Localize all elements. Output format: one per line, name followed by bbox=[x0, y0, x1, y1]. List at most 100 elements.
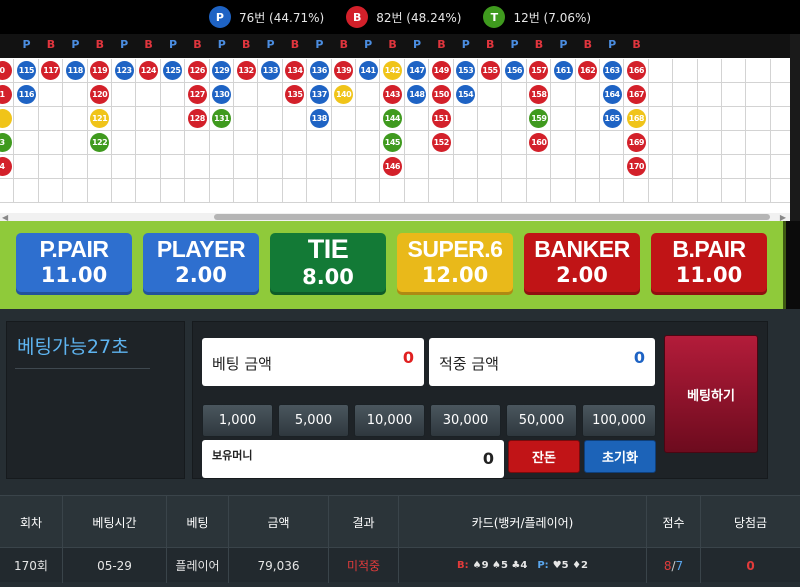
score-banker: 8 bbox=[663, 558, 672, 573]
road-cell bbox=[600, 179, 625, 203]
change-button[interactable]: 잔돈 bbox=[508, 440, 580, 473]
road-header-label: P bbox=[168, 38, 178, 51]
road-ball: 142 bbox=[382, 61, 402, 80]
road-cell bbox=[234, 83, 259, 107]
reset-button[interactable]: 초기화 bbox=[584, 440, 656, 473]
road-header-label: P bbox=[71, 38, 80, 51]
col-score: 점수 bbox=[647, 496, 701, 548]
road-header-label: P bbox=[120, 38, 129, 51]
col-bet: 베팅 bbox=[167, 496, 229, 548]
road-cell bbox=[209, 179, 234, 203]
road-cell bbox=[112, 179, 137, 203]
road-cell bbox=[648, 131, 674, 155]
betting-timer: 베팅가능27초 bbox=[17, 336, 129, 358]
road-cell bbox=[112, 131, 137, 155]
scroll-thumb[interactable] bbox=[214, 214, 770, 220]
road-cell bbox=[112, 107, 137, 131]
road-header-label: P bbox=[510, 38, 519, 51]
chip-10000[interactable]: 10,000 bbox=[354, 404, 425, 437]
road-cell bbox=[356, 155, 381, 179]
road-cell bbox=[478, 83, 503, 107]
road-ball: 120 bbox=[90, 85, 110, 104]
place-bet-button[interactable]: 베팅하기 bbox=[664, 335, 758, 453]
road-cell bbox=[722, 107, 747, 131]
road-cell bbox=[258, 83, 283, 107]
road-cell bbox=[746, 83, 771, 107]
scroll-right-icon[interactable]: ▶ bbox=[780, 213, 786, 221]
horizontal-scrollbar[interactable]: ◀ ▶ bbox=[0, 213, 790, 221]
road-cell bbox=[648, 155, 674, 179]
road-ball: 127 bbox=[187, 85, 207, 104]
road-cell bbox=[234, 107, 259, 131]
road-ball: 168 bbox=[626, 109, 646, 128]
road-ball: 152 bbox=[431, 133, 451, 152]
road-cell bbox=[307, 179, 332, 203]
road-header-label: B bbox=[290, 38, 300, 51]
road-cell bbox=[87, 179, 112, 203]
bet-banker[interactable]: BANKER 2.00 bbox=[524, 233, 640, 295]
road-cell bbox=[746, 131, 771, 155]
road-header-label: B bbox=[632, 38, 641, 51]
road-cell bbox=[722, 83, 747, 107]
road-ball: 165 bbox=[602, 109, 622, 128]
win-amount-value: 0 bbox=[633, 348, 645, 367]
road-cell bbox=[746, 107, 771, 131]
stat-banker-text: 82번 (48.24%) bbox=[376, 10, 462, 25]
chip-1000[interactable]: 1,000 bbox=[202, 404, 273, 437]
road-cell bbox=[356, 131, 381, 155]
road-cell bbox=[673, 59, 698, 83]
road-cell bbox=[648, 83, 674, 107]
road-cell bbox=[331, 179, 356, 203]
road-ball: 126 bbox=[187, 61, 207, 80]
road-cell bbox=[38, 131, 64, 155]
history-table: 회차 베팅시간 베팅 금액 결과 카드(뱅커/플레이어) 점수 당첨금 170회… bbox=[0, 495, 800, 587]
road-cell bbox=[673, 131, 698, 155]
road-cell bbox=[600, 155, 625, 179]
table-row[interactable]: 170회 05-29 플레이어 79,036 미적중 B: ♠9 ♠5 ♣4 P… bbox=[0, 547, 800, 583]
road-header-label: B bbox=[242, 38, 251, 51]
road-header-label: P bbox=[315, 38, 324, 51]
timer-divider bbox=[15, 368, 150, 369]
player-cards: ♥5 ♦2 bbox=[552, 560, 588, 571]
road-header-label: P bbox=[22, 38, 31, 51]
bet-super6[interactable]: SUPER.6 12.00 bbox=[397, 233, 513, 295]
stat-tie: T 12번 (7.06%) bbox=[483, 6, 591, 28]
chip-30000[interactable]: 30,000 bbox=[430, 404, 501, 437]
chip-100000[interactable]: 100,000 bbox=[582, 404, 656, 437]
scroll-left-icon[interactable]: ◀ bbox=[2, 213, 8, 221]
chip-5000[interactable]: 5,000 bbox=[278, 404, 349, 437]
road-cell bbox=[648, 179, 674, 203]
bet-tie[interactable]: TIE 8.00 bbox=[270, 233, 386, 295]
bet-player[interactable]: PLAYER 2.00 bbox=[143, 233, 259, 295]
cell-result: 미적중 bbox=[329, 548, 399, 583]
road-cell bbox=[453, 107, 478, 131]
road-ball: 169 bbox=[626, 133, 646, 152]
road-cell bbox=[746, 155, 771, 179]
bet-amount-label: 베팅 금액 bbox=[212, 355, 272, 373]
road-cell bbox=[648, 107, 674, 131]
road-cell bbox=[234, 131, 259, 155]
road-cell bbox=[575, 83, 600, 107]
road-ball: 137 bbox=[309, 85, 329, 104]
road-ball: 156 bbox=[504, 61, 524, 80]
bet-b-pair[interactable]: B.PAIR 11.00 bbox=[651, 233, 767, 295]
col-cards: 카드(뱅커/플레이어) bbox=[399, 496, 647, 548]
bet-p-pair[interactable]: P.PAIR 11.00 bbox=[16, 233, 132, 295]
road-header-label: P bbox=[266, 38, 275, 51]
road-cell bbox=[38, 107, 64, 131]
road-cell bbox=[770, 83, 790, 107]
road-cell bbox=[209, 131, 234, 155]
road-board[interactable]: PBPBPBPBPBPBPBPBPBPBPBPBPB 0 1 3 4 115 116 117… bbox=[0, 34, 790, 221]
road-cell bbox=[478, 155, 503, 179]
road-ball: 138 bbox=[309, 109, 329, 128]
road-ball: 151 bbox=[431, 109, 451, 128]
road-ball: 162 bbox=[578, 61, 598, 80]
road-header-label: P bbox=[559, 38, 568, 51]
road-cell bbox=[502, 131, 527, 155]
road-ball: 154 bbox=[456, 85, 476, 104]
road-header-label: B bbox=[339, 38, 348, 51]
road-cell bbox=[770, 59, 790, 83]
chip-50000[interactable]: 50,000 bbox=[506, 404, 577, 437]
road-header-label: B bbox=[486, 38, 495, 51]
road-cell bbox=[404, 179, 430, 203]
